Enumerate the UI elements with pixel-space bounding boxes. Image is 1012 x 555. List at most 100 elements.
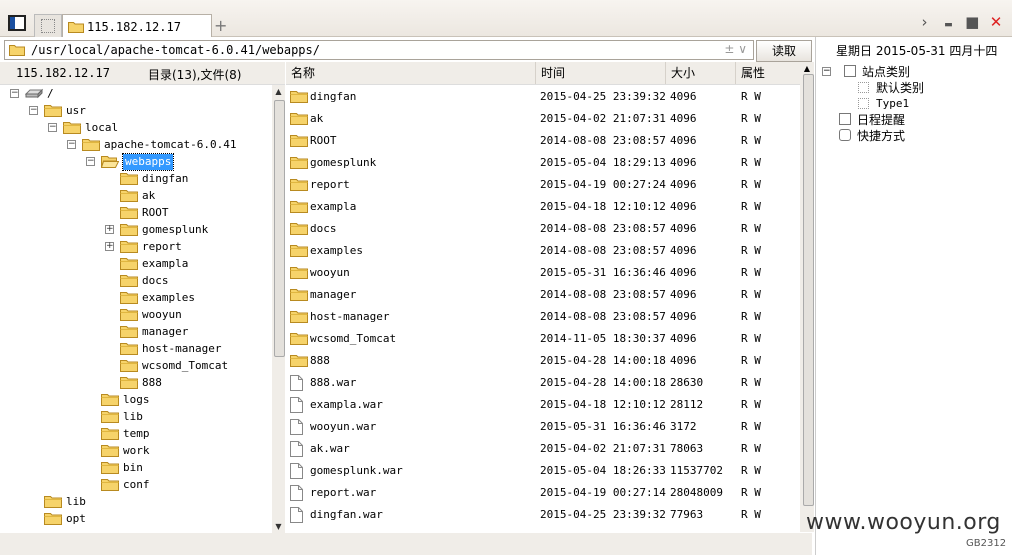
file-row[interactable]: wcsomd_Tomcat 2014-11-05 18:30:37 4096 R W	[286, 328, 800, 350]
drive-icon	[24, 86, 44, 104]
list-scrollbar[interactable]: ▲	[800, 62, 814, 532]
file-row[interactable]: exampla 2015-04-18 12:10:12 4096 R W	[286, 196, 800, 218]
collapse-icon[interactable]: −	[29, 106, 38, 115]
collapse-icon[interactable]: −	[86, 157, 95, 166]
scroll-up-icon[interactable]: ▲	[800, 64, 814, 73]
file-row[interactable]: gomesplunk 2015-05-04 18:29:13 4096 R W	[286, 152, 800, 174]
file-manager-window: 115.182.12.17 + › ▬ ■ ✕ /usr/local/apach…	[0, 0, 1012, 555]
file-row[interactable]: dingfan 2015-04-25 23:39:32 4096 R W	[286, 86, 800, 108]
file-size: 78063	[670, 442, 704, 455]
expand-icon[interactable]: +	[105, 242, 114, 251]
file-name: exampla	[310, 200, 357, 213]
scroll-down-icon[interactable]: ▼	[272, 520, 285, 533]
right-panel: 星期日 2015-05-31 四月十四 − 站点类别 默认类别 Type1 日程…	[815, 37, 1012, 555]
tree-node-label: lib	[66, 495, 86, 508]
close-button[interactable]: ✕	[986, 13, 1006, 31]
file-row[interactable]: docs 2014-08-08 23:08:57 4096 R W	[286, 218, 800, 240]
folder-icon	[44, 103, 62, 121]
file-name: docs	[310, 222, 337, 235]
tab-host[interactable]: 115.182.12.17	[62, 14, 212, 38]
checkbox-icon[interactable]	[858, 82, 869, 93]
file-time: 2015-05-31 16:36:46	[540, 420, 666, 433]
tree-node-label: ak	[142, 189, 156, 202]
file-size: 4096	[670, 134, 697, 147]
collapse-icon[interactable]: −	[822, 67, 831, 76]
path-input[interactable]: /usr/local/apache-tomcat-6.0.41/webapps/…	[4, 40, 754, 60]
blank-tab[interactable]	[34, 14, 62, 37]
file-row[interactable]: ak 2015-04-02 21:07:31 4096 R W	[286, 108, 800, 130]
file-time: 2014-08-08 23:08:57	[540, 134, 666, 147]
maximize-button[interactable]: ■	[962, 13, 982, 31]
file-time: 2015-04-18 12:10:12	[540, 200, 666, 213]
file-attr: R W	[741, 156, 761, 169]
column-name[interactable]: 名称	[286, 62, 536, 84]
file-row[interactable]: wooyun 2015-05-31 16:36:46 4096 R W	[286, 262, 800, 284]
folder-icon	[120, 188, 138, 206]
file-size: 3172	[670, 420, 697, 433]
file-attr: R W	[741, 310, 761, 323]
tree-node-label: exampla	[142, 257, 189, 270]
add-tab-button[interactable]: +	[214, 16, 227, 35]
file-size: 4096	[670, 244, 697, 257]
file-row[interactable]: manager 2014-08-08 23:08:57 4096 R W	[286, 284, 800, 306]
file-attr: R W	[741, 486, 761, 499]
file-size: 4096	[670, 200, 697, 213]
file-row[interactable]: 888.war 2015-04-28 14:00:18 28630 R W	[286, 372, 800, 394]
file-name: ROOT	[310, 134, 337, 147]
file-attr: R W	[741, 442, 761, 455]
file-row[interactable]: wooyun.war 2015-05-31 16:36:46 3172 R W	[286, 416, 800, 438]
tree-node-label: wooyun	[142, 308, 182, 321]
file-row[interactable]: exampla.war 2015-04-18 12:10:12 28112 R W	[286, 394, 800, 416]
panel-toggle-icon[interactable]	[8, 15, 26, 31]
checkbox-icon[interactable]	[858, 98, 869, 109]
scroll-thumb[interactable]	[803, 74, 814, 506]
tree-scrollbar[interactable]: ▲ ▼	[272, 85, 285, 533]
file-time: 2014-08-08 23:08:57	[540, 310, 666, 323]
file-size: 11537702	[670, 464, 723, 477]
dir-file-count: 目录(13),文件(8)	[148, 68, 242, 82]
file-size: 4096	[670, 310, 697, 323]
column-size[interactable]: 大小	[666, 62, 736, 84]
tree-node-label: apache-tomcat-6.0.41	[104, 138, 237, 151]
collapse-icon[interactable]: −	[67, 140, 76, 149]
file-attr: R W	[741, 508, 761, 521]
scroll-up-icon[interactable]: ▲	[272, 85, 285, 98]
expand-icon[interactable]: +	[105, 225, 114, 234]
file-time: 2015-04-19 00:27:24	[540, 178, 666, 191]
folder-icon	[9, 45, 25, 56]
file-row[interactable]: 888 2015-04-28 14:00:18 4096 R W	[286, 350, 800, 372]
scroll-thumb[interactable]	[274, 100, 285, 357]
file-name: report	[310, 178, 350, 191]
tree-node-label: dingfan	[142, 172, 189, 185]
collapse-icon[interactable]: −	[48, 123, 57, 132]
collapse-icon[interactable]: −	[10, 89, 19, 98]
folder-icon	[120, 307, 138, 325]
file-row[interactable]: report 2015-04-19 00:27:24 4096 R W	[286, 174, 800, 196]
chevron-right-icon[interactable]: ›	[915, 13, 935, 31]
column-attr[interactable]: 属性	[736, 62, 800, 84]
tree-node-label: conf	[123, 478, 150, 491]
file-row[interactable]: host-manager 2014-08-08 23:08:57 4096 R W	[286, 306, 800, 328]
file-row[interactable]: ROOT 2014-08-08 23:08:57 4096 R W	[286, 130, 800, 152]
folder-icon	[120, 205, 138, 223]
minimize-button[interactable]: ▬	[938, 20, 958, 30]
read-button[interactable]: 读取	[756, 40, 812, 62]
window-controls: › ▬ ■ ✕	[915, 13, 1006, 33]
file-time: 2015-04-25 23:39:32	[540, 508, 666, 521]
file-name: gomesplunk	[310, 156, 377, 169]
file-size: 28112	[670, 398, 704, 411]
file-row[interactable]: ak.war 2015-04-02 21:07:31 78063 R W	[286, 438, 800, 460]
file-row[interactable]: examples 2014-08-08 23:08:57 4096 R W	[286, 240, 800, 262]
file-row[interactable]: gomesplunk.war 2015-05-04 18:26:33 1153770…	[286, 460, 800, 482]
file-row[interactable]: report.war 2015-04-19 00:27:14 28048009 R W	[286, 482, 800, 504]
file-time: 2015-04-18 12:10:12	[540, 398, 666, 411]
file-list-header: 名称 时间 大小 属性	[286, 62, 800, 85]
folder-icon	[120, 222, 138, 240]
path-dropdown-icon[interactable]: ± ∨	[724, 42, 747, 56]
folder-open-icon	[100, 154, 120, 172]
column-time[interactable]: 时间	[536, 62, 666, 84]
tree-node-label: report	[142, 240, 182, 253]
folder-icon	[101, 460, 119, 478]
default-category-label: 默认类别	[876, 81, 925, 95]
file-row[interactable]: dingfan.war 2015-04-25 23:39:32 77963 R W	[286, 504, 800, 526]
